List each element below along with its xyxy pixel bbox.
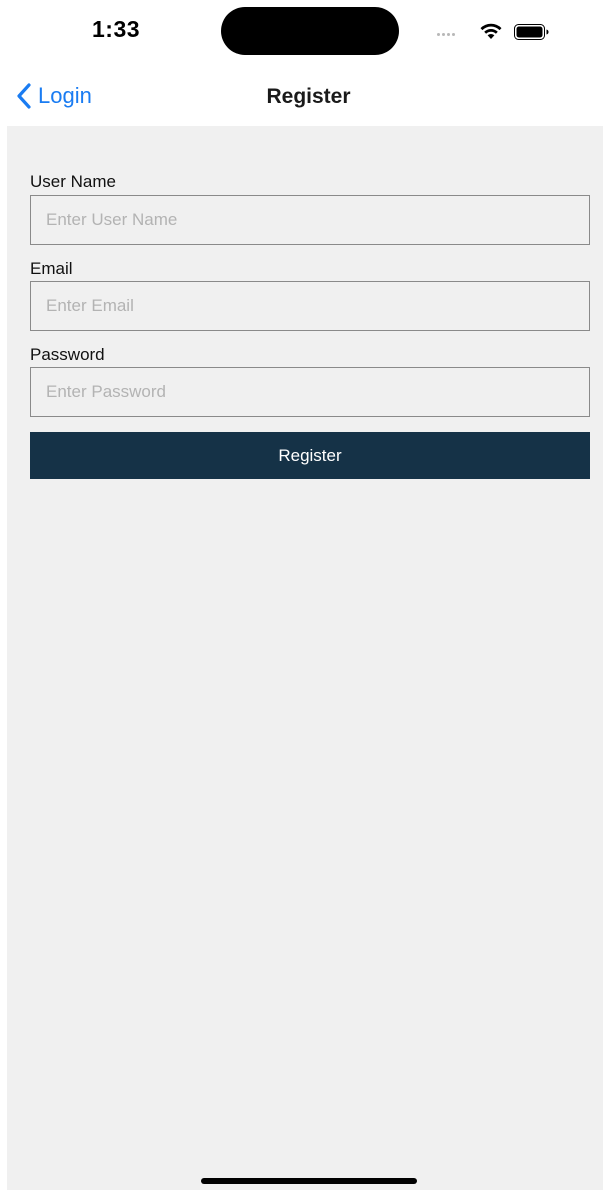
password-label: Password	[30, 345, 105, 364]
wifi-icon	[480, 23, 502, 39]
navigation-bar: Login Register	[0, 62, 603, 126]
username-input[interactable]	[30, 195, 590, 245]
dynamic-island	[221, 7, 399, 55]
status-bar: 1:33	[0, 0, 603, 62]
signal-dots-icon	[437, 33, 455, 36]
username-label: User Name	[30, 172, 116, 191]
battery-icon	[514, 24, 549, 40]
register-form: User Name Email Password Register	[7, 126, 603, 1190]
home-indicator	[201, 1178, 417, 1184]
password-input[interactable]	[30, 367, 590, 417]
email-label: Email	[30, 259, 73, 278]
register-button[interactable]: Register	[30, 432, 590, 479]
status-time: 1:33	[92, 16, 141, 42]
email-input[interactable]	[30, 281, 590, 331]
page-title: Register	[266, 85, 351, 108]
